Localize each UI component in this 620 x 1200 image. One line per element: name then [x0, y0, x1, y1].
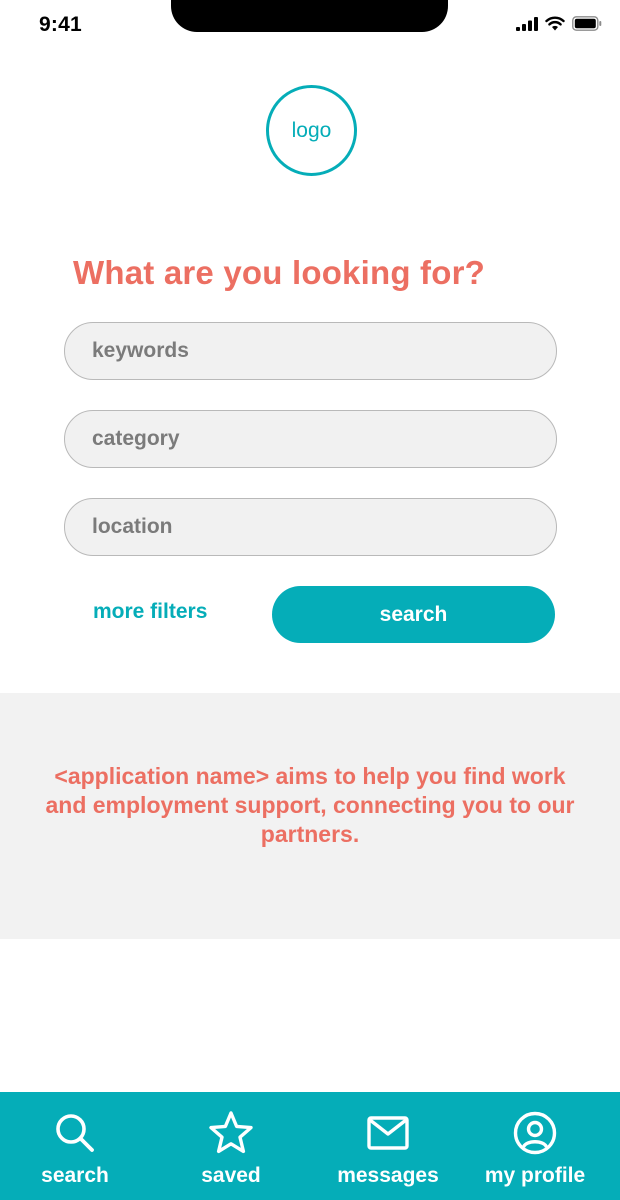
- tab-label-my-profile: my profile: [484, 1164, 586, 1187]
- search-button[interactable]: search: [272, 586, 555, 643]
- envelope-icon: [364, 1109, 412, 1157]
- tab-search[interactable]: search: [35, 1092, 115, 1200]
- status-time: 9:41: [39, 13, 82, 36]
- device-notch: [171, 0, 448, 32]
- user-circle-icon: [511, 1109, 559, 1157]
- info-panel: <application name> aims to help you find…: [0, 693, 620, 939]
- tab-label-saved: saved: [201, 1164, 261, 1187]
- keywords-input[interactable]: [64, 322, 557, 380]
- page-title: What are you looking for?: [73, 254, 486, 291]
- tab-my-profile[interactable]: my profile: [478, 1092, 592, 1200]
- cellular-signal-icon: [516, 16, 538, 31]
- search-icon: [51, 1109, 99, 1157]
- location-input[interactable]: [64, 498, 557, 556]
- logo-text: logo: [291, 118, 332, 142]
- tab-label-search: search: [41, 1164, 109, 1187]
- logo: logo: [266, 85, 357, 176]
- status-bar: 9:41: [0, 0, 620, 52]
- tab-saved[interactable]: saved: [192, 1092, 270, 1200]
- wifi-icon: [545, 16, 565, 31]
- status-icons: [516, 16, 602, 31]
- tab-bar: search saved messages my profile: [0, 1092, 620, 1200]
- tab-label-messages: messages: [337, 1164, 439, 1187]
- tab-messages[interactable]: messages: [331, 1092, 445, 1200]
- battery-icon: [572, 16, 602, 31]
- more-filters-link[interactable]: more filters: [93, 600, 207, 624]
- category-input[interactable]: [64, 410, 557, 468]
- star-icon: [207, 1109, 255, 1157]
- info-text: <application name> aims to help you find…: [45, 763, 575, 847]
